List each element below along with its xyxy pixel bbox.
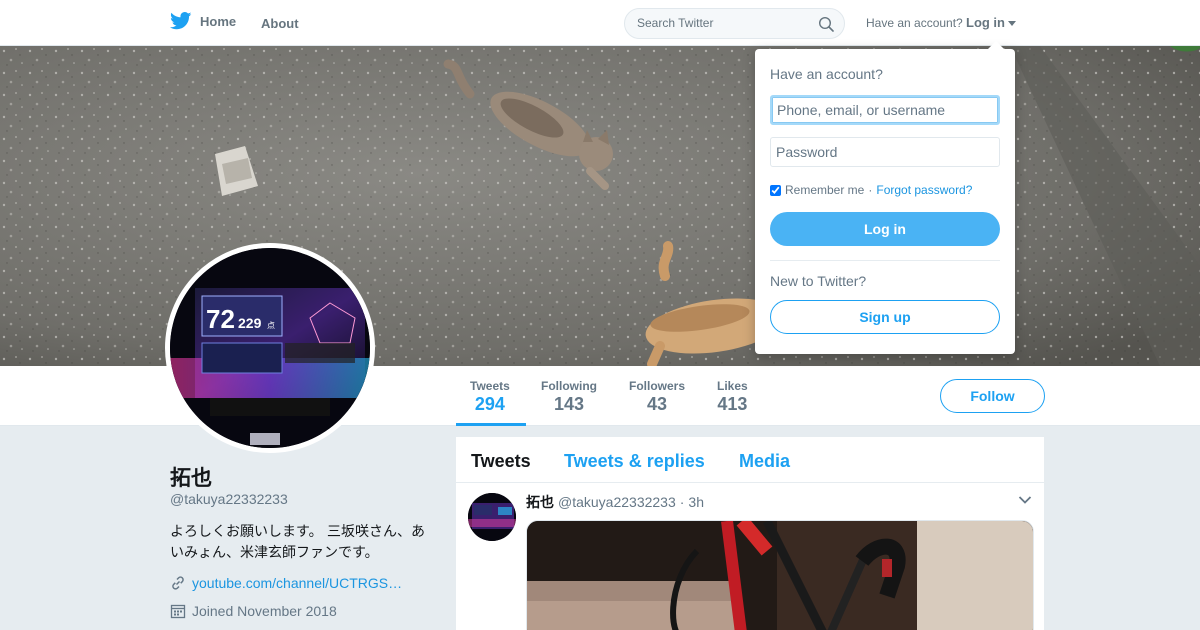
dropdown-arrow xyxy=(987,41,1005,50)
stat-followers[interactable]: Followers 43 xyxy=(629,379,685,415)
tweet-author-name[interactable]: 拓也 xyxy=(526,492,554,512)
tweet-header: 拓也 @takuya22332233 · 3h xyxy=(526,492,704,512)
nav-about-link[interactable]: About xyxy=(261,16,299,31)
remember-me-label[interactable]: Remember me xyxy=(785,183,864,197)
tweet-separator: · xyxy=(679,494,685,510)
signup-button[interactable]: Sign up xyxy=(770,300,1000,334)
stat-following-label: Following xyxy=(541,379,597,393)
tweet-media-image[interactable] xyxy=(526,520,1034,630)
remember-separator: · xyxy=(868,183,873,197)
bicycle-photo xyxy=(527,521,1033,630)
top-navigation: Home About Have an account? Log in xyxy=(0,0,1200,46)
avatar-score-unit: 点 xyxy=(267,321,275,330)
username-field[interactable] xyxy=(770,95,1000,125)
search-input[interactable] xyxy=(637,16,807,30)
tweet-avatar-photo xyxy=(468,493,516,541)
stat-likes-value: 413 xyxy=(717,394,748,414)
login-dropdown-title: Have an account? xyxy=(770,66,883,82)
tweet-avatar[interactable] xyxy=(468,493,516,541)
calendar-icon xyxy=(170,604,186,619)
link-icon xyxy=(172,576,184,590)
stat-tweets-label: Tweets xyxy=(470,379,510,393)
password-field[interactable] xyxy=(770,137,1000,167)
profile-bio: よろしくお願いします。 三坂咲さん、あいみょん、米津玄師ファンです。 xyxy=(170,524,426,561)
search-icon[interactable] xyxy=(818,16,834,32)
profile-joined: Joined November 2018 xyxy=(170,603,337,619)
avatar-game-screen-photo: 72 229 点 xyxy=(170,248,370,448)
stat-following[interactable]: Following 143 xyxy=(541,379,597,415)
new-to-twitter-text: New to Twitter? xyxy=(770,273,867,289)
stat-followers-label: Followers xyxy=(629,379,686,393)
profile-joined-text: Joined November 2018 xyxy=(192,603,337,619)
remember-me-checkbox[interactable] xyxy=(770,184,781,196)
caret-down-icon xyxy=(1008,21,1016,26)
tweet-author-handle[interactable]: @takuya22332233 xyxy=(558,494,676,510)
profile-handle: @takuya22332233 xyxy=(170,491,288,507)
twitter-bird-icon xyxy=(170,12,192,30)
tweet-item[interactable]: 拓也 @takuya22332233 · 3h xyxy=(456,483,1044,630)
login-dropdown: Have an account? Remember me · Forgot pa… xyxy=(755,49,1015,354)
tweet-timestamp[interactable]: 3h xyxy=(688,494,704,510)
dropdown-divider xyxy=(770,260,1000,261)
stat-tweets-value: 294 xyxy=(474,394,505,414)
tab-tweets[interactable]: Tweets xyxy=(471,451,531,472)
login-dropdown-toggle[interactable]: Log in xyxy=(966,15,1016,30)
remember-row: Remember me · Forgot password? xyxy=(770,183,972,197)
login-button[interactable]: Log in xyxy=(770,212,1000,246)
nav-home-link[interactable]: Home xyxy=(170,12,236,30)
timeline-panel: Tweets Tweets & replies Media 拓也 @takuya… xyxy=(456,437,1044,630)
tab-tweets-and-replies[interactable]: Tweets & replies xyxy=(564,451,705,472)
timeline-tabs: Tweets Tweets & replies Media xyxy=(456,437,1044,483)
profile-name: 拓也 xyxy=(170,466,212,490)
profile-website-link[interactable]: youtube.com/channel/UCTRGS… xyxy=(170,575,402,591)
nav-home-label: Home xyxy=(200,13,237,29)
stat-followers-value: 43 xyxy=(646,394,668,414)
stat-likes[interactable]: Likes 413 xyxy=(717,379,748,415)
avatar-score-small: 229 xyxy=(238,315,262,331)
profile-website-text: youtube.com/channel/UCTRGS… xyxy=(192,575,403,591)
login-link-label: Log in xyxy=(966,15,1005,30)
profile-avatar[interactable]: 72 229 点 xyxy=(165,243,375,453)
tab-media[interactable]: Media xyxy=(739,451,790,472)
stat-likes-label: Likes xyxy=(717,379,748,393)
chevron-down-icon[interactable] xyxy=(1018,495,1032,505)
follow-button[interactable]: Follow xyxy=(940,379,1045,413)
active-stat-underline xyxy=(456,423,526,426)
forgot-password-link[interactable]: Forgot password? xyxy=(876,183,972,197)
have-account-text: Have an account? xyxy=(866,16,963,30)
stat-following-value: 143 xyxy=(553,394,585,414)
avatar-score-big: 72 xyxy=(206,304,235,334)
search-box xyxy=(624,8,845,39)
stat-tweets[interactable]: Tweets 294 xyxy=(470,379,510,415)
